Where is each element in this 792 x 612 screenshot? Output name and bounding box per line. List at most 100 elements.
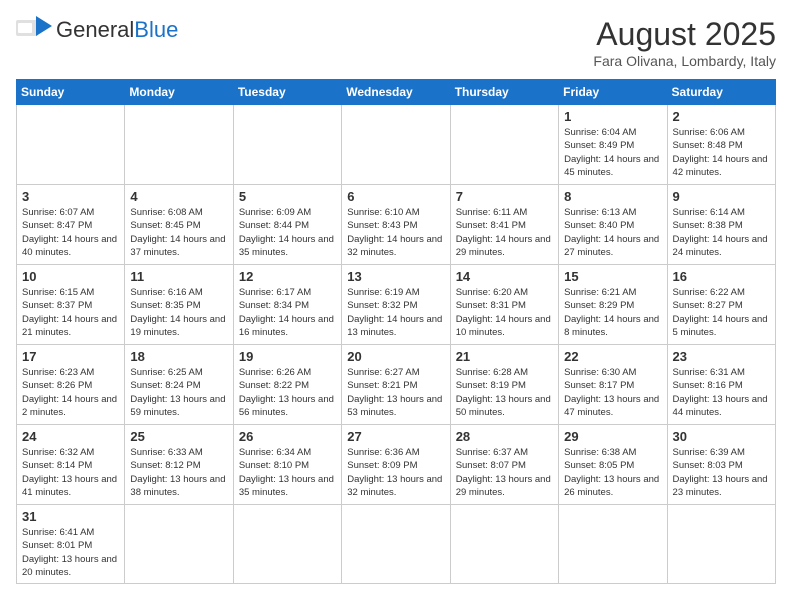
- weekday-header: Friday: [559, 80, 667, 105]
- calendar-week-row: 1 Sunrise: 6:04 AM Sunset: 8:49 PM Daylig…: [17, 105, 776, 185]
- calendar-day-cell: 3Sunrise: 6:07 AM Sunset: 8:47 PM Daylig…: [17, 185, 125, 265]
- day-number: 14: [456, 269, 554, 284]
- calendar-day-cell: [667, 505, 775, 584]
- calendar-table: SundayMondayTuesdayWednesdayThursdayFrid…: [16, 79, 776, 584]
- logo-text: GeneralBlue: [56, 19, 178, 42]
- day-info: Sunrise: 6:20 AM Sunset: 8:31 PM Dayligh…: [456, 286, 554, 339]
- day-number: 20: [347, 349, 445, 364]
- day-number: 7: [456, 189, 554, 204]
- day-info: Sunrise: 6:39 AM Sunset: 8:03 PM Dayligh…: [673, 446, 771, 499]
- page-header: GeneralBlue August 2025 Fara Olivana, Lo…: [16, 16, 776, 69]
- day-number: 28: [456, 429, 554, 444]
- day-number: 5: [239, 189, 337, 204]
- day-number: 4: [130, 189, 228, 204]
- logo-blue: Blue: [134, 17, 178, 42]
- day-info: Sunrise: 6:33 AM Sunset: 8:12 PM Dayligh…: [130, 446, 228, 499]
- title-block: August 2025 Fara Olivana, Lombardy, Ital…: [593, 16, 776, 69]
- day-info: Sunrise: 6:41 AM Sunset: 8:01 PM Dayligh…: [22, 526, 120, 579]
- day-info: Sunrise: 6:04 AM Sunset: 8:49 PM Dayligh…: [564, 126, 662, 179]
- weekday-header: Thursday: [450, 80, 558, 105]
- calendar-week-row: 17 Sunrise: 6:23 AM Sunset: 8:26 PM Dayli…: [17, 345, 776, 425]
- day-info: Sunrise: 6:23 AM Sunset: 8:26 PM Dayligh…: [22, 366, 120, 419]
- day-number: 23: [673, 349, 771, 364]
- day-number: 27: [347, 429, 445, 444]
- day-number: 15: [564, 269, 662, 284]
- day-number: 9: [673, 189, 771, 204]
- day-number: 8: [564, 189, 662, 204]
- day-info: Sunrise: 6:09 AM Sunset: 8:44 PM Dayligh…: [239, 206, 337, 259]
- calendar-day-cell: [125, 105, 233, 185]
- calendar-week-row: 31 Sunrise: 6:41 AM Sunset: 8:01 PM Dayli…: [17, 505, 776, 584]
- day-info: Sunrise: 6:06 AM Sunset: 8:48 PM Dayligh…: [673, 126, 771, 179]
- calendar-day-cell: 12 Sunrise: 6:17 AM Sunset: 8:34 PM Dayli…: [233, 265, 341, 345]
- calendar-day-cell: 31 Sunrise: 6:41 AM Sunset: 8:01 PM Dayli…: [17, 505, 125, 584]
- day-info: Sunrise: 6:28 AM Sunset: 8:19 PM Dayligh…: [456, 366, 554, 419]
- calendar-day-cell: 1 Sunrise: 6:04 AM Sunset: 8:49 PM Daylig…: [559, 105, 667, 185]
- calendar-day-cell: 19 Sunrise: 6:26 AM Sunset: 8:22 PM Dayli…: [233, 345, 341, 425]
- calendar-day-cell: 16 Sunrise: 6:22 AM Sunset: 8:27 PM Dayli…: [667, 265, 775, 345]
- weekday-header: Saturday: [667, 80, 775, 105]
- calendar-day-cell: 25Sunrise: 6:33 AM Sunset: 8:12 PM Dayli…: [125, 425, 233, 505]
- day-info: Sunrise: 6:30 AM Sunset: 8:17 PM Dayligh…: [564, 366, 662, 419]
- day-number: 21: [456, 349, 554, 364]
- calendar-day-cell: 20 Sunrise: 6:27 AM Sunset: 8:21 PM Dayli…: [342, 345, 450, 425]
- day-number: 29: [564, 429, 662, 444]
- calendar-day-cell: 24Sunrise: 6:32 AM Sunset: 8:14 PM Dayli…: [17, 425, 125, 505]
- day-info: Sunrise: 6:38 AM Sunset: 8:05 PM Dayligh…: [564, 446, 662, 499]
- day-number: 30: [673, 429, 771, 444]
- day-info: Sunrise: 6:25 AM Sunset: 8:24 PM Dayligh…: [130, 366, 228, 419]
- day-number: 1: [564, 109, 662, 124]
- weekday-header-row: SundayMondayTuesdayWednesdayThursdayFrid…: [17, 80, 776, 105]
- day-info: Sunrise: 6:11 AM Sunset: 8:41 PM Dayligh…: [456, 206, 554, 259]
- calendar-day-cell: [17, 105, 125, 185]
- day-number: 19: [239, 349, 337, 364]
- day-number: 2: [673, 109, 771, 124]
- calendar-title: August 2025: [593, 16, 776, 53]
- calendar-day-cell: 15 Sunrise: 6:21 AM Sunset: 8:29 PM Dayli…: [559, 265, 667, 345]
- day-info: Sunrise: 6:17 AM Sunset: 8:34 PM Dayligh…: [239, 286, 337, 339]
- day-info: Sunrise: 6:27 AM Sunset: 8:21 PM Dayligh…: [347, 366, 445, 419]
- day-number: 13: [347, 269, 445, 284]
- calendar-day-cell: [342, 505, 450, 584]
- day-number: 10: [22, 269, 120, 284]
- day-info: Sunrise: 6:32 AM Sunset: 8:14 PM Dayligh…: [22, 446, 120, 499]
- calendar-day-cell: 9Sunrise: 6:14 AM Sunset: 8:38 PM Daylig…: [667, 185, 775, 265]
- day-info: Sunrise: 6:08 AM Sunset: 8:45 PM Dayligh…: [130, 206, 228, 259]
- day-number: 17: [22, 349, 120, 364]
- calendar-day-cell: [450, 105, 558, 185]
- weekday-header: Tuesday: [233, 80, 341, 105]
- logo-icon: [16, 16, 52, 44]
- calendar-day-cell: 11Sunrise: 6:16 AM Sunset: 8:35 PM Dayli…: [125, 265, 233, 345]
- calendar-day-cell: [559, 505, 667, 584]
- day-number: 6: [347, 189, 445, 204]
- calendar-day-cell: 22Sunrise: 6:30 AM Sunset: 8:17 PM Dayli…: [559, 345, 667, 425]
- calendar-day-cell: 28Sunrise: 6:37 AM Sunset: 8:07 PM Dayli…: [450, 425, 558, 505]
- calendar-day-cell: 10Sunrise: 6:15 AM Sunset: 8:37 PM Dayli…: [17, 265, 125, 345]
- day-info: Sunrise: 6:36 AM Sunset: 8:09 PM Dayligh…: [347, 446, 445, 499]
- weekday-header: Monday: [125, 80, 233, 105]
- calendar-day-cell: 27 Sunrise: 6:36 AM Sunset: 8:09 PM Dayli…: [342, 425, 450, 505]
- calendar-subtitle: Fara Olivana, Lombardy, Italy: [593, 53, 776, 69]
- calendar-week-row: 10Sunrise: 6:15 AM Sunset: 8:37 PM Dayli…: [17, 265, 776, 345]
- day-info: Sunrise: 6:22 AM Sunset: 8:27 PM Dayligh…: [673, 286, 771, 339]
- day-info: Sunrise: 6:26 AM Sunset: 8:22 PM Dayligh…: [239, 366, 337, 419]
- day-number: 11: [130, 269, 228, 284]
- calendar-week-row: 3Sunrise: 6:07 AM Sunset: 8:47 PM Daylig…: [17, 185, 776, 265]
- calendar-day-cell: 30 Sunrise: 6:39 AM Sunset: 8:03 PM Dayli…: [667, 425, 775, 505]
- day-number: 12: [239, 269, 337, 284]
- calendar-week-row: 24Sunrise: 6:32 AM Sunset: 8:14 PM Dayli…: [17, 425, 776, 505]
- day-number: 18: [130, 349, 228, 364]
- day-number: 3: [22, 189, 120, 204]
- calendar-day-cell: 2 Sunrise: 6:06 AM Sunset: 8:48 PM Daylig…: [667, 105, 775, 185]
- calendar-day-cell: 5 Sunrise: 6:09 AM Sunset: 8:44 PM Daylig…: [233, 185, 341, 265]
- day-info: Sunrise: 6:21 AM Sunset: 8:29 PM Dayligh…: [564, 286, 662, 339]
- calendar-day-cell: [450, 505, 558, 584]
- day-number: 31: [22, 509, 120, 524]
- calendar-day-cell: 4 Sunrise: 6:08 AM Sunset: 8:45 PM Daylig…: [125, 185, 233, 265]
- day-info: Sunrise: 6:10 AM Sunset: 8:43 PM Dayligh…: [347, 206, 445, 259]
- calendar-day-cell: 23Sunrise: 6:31 AM Sunset: 8:16 PM Dayli…: [667, 345, 775, 425]
- calendar-day-cell: 29 Sunrise: 6:38 AM Sunset: 8:05 PM Dayli…: [559, 425, 667, 505]
- calendar-day-cell: 14 Sunrise: 6:20 AM Sunset: 8:31 PM Dayli…: [450, 265, 558, 345]
- day-number: 26: [239, 429, 337, 444]
- day-number: 16: [673, 269, 771, 284]
